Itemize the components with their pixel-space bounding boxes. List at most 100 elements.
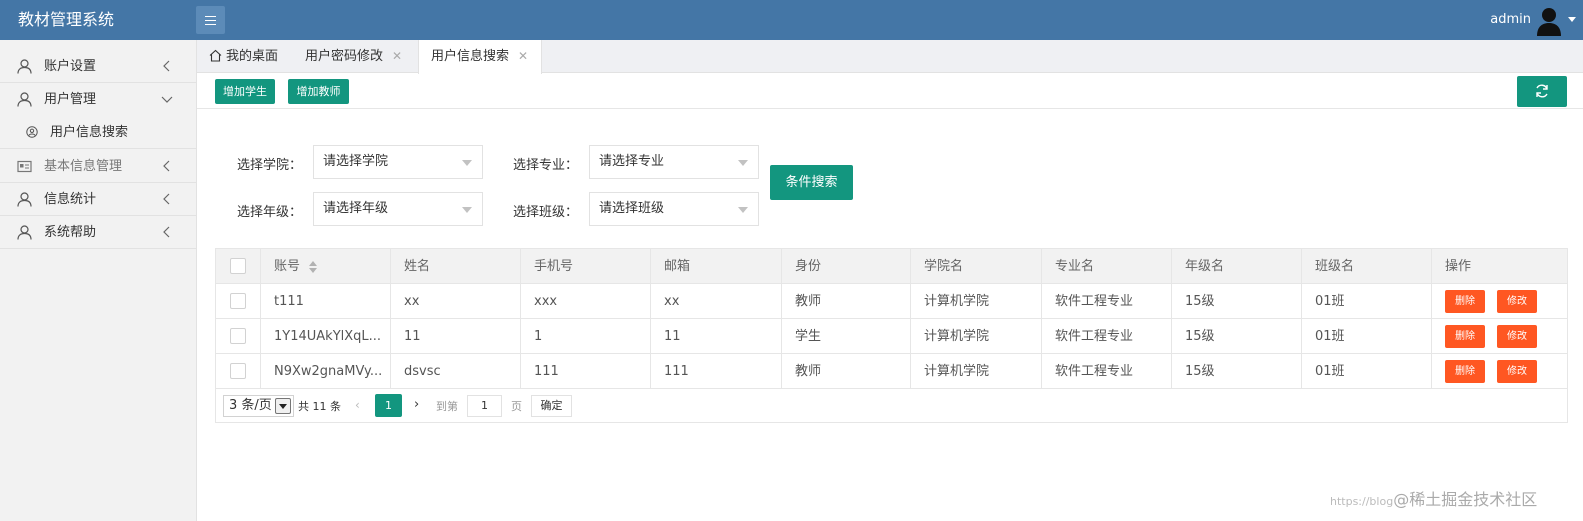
class-select[interactable]: 请选择班级 xyxy=(589,192,759,226)
cell-class: 01班 xyxy=(1301,354,1431,389)
sort-icon[interactable] xyxy=(308,260,318,273)
refresh-icon xyxy=(1536,84,1548,98)
edit-button[interactable]: 修改 xyxy=(1497,360,1537,383)
sidebar-item-account-settings[interactable]: 账户设置 xyxy=(0,50,196,83)
header-identity: 身份 xyxy=(781,249,910,284)
divider xyxy=(197,108,1583,109)
cell-grade: 15级 xyxy=(1171,284,1301,319)
top-header: 教材管理系统 admin xyxy=(0,0,1583,40)
sidebar-item-label: 系统帮助 xyxy=(44,225,97,240)
close-icon[interactable]: ✕ xyxy=(392,40,402,73)
sidebar-item-help[interactable]: 系统帮助 xyxy=(0,216,196,249)
caret-down-icon[interactable] xyxy=(1568,17,1576,22)
table-row: N9Xw2gnaMVy... dsvsc 111 111 教师 计算机学院 软件… xyxy=(216,354,1567,389)
user-icon xyxy=(17,192,32,207)
tab-password-change[interactable]: 用户密码修改 ✕ xyxy=(305,40,402,73)
grade-select[interactable]: 请选择年级 xyxy=(313,192,483,226)
tab-user-search[interactable]: 用户信息搜索 ✕ xyxy=(418,40,542,74)
page-size-select[interactable]: 3 条/页 xyxy=(223,395,294,417)
page-size-value: 3 条/页 xyxy=(229,398,272,413)
search-button[interactable]: 条件搜索 xyxy=(770,165,853,200)
caret-down-icon xyxy=(738,207,748,213)
edit-button[interactable]: 修改 xyxy=(1497,290,1537,313)
cell-actions: 删除 修改 xyxy=(1431,354,1567,389)
row-select-cell xyxy=(216,319,260,354)
user-icon xyxy=(17,92,32,107)
edit-button[interactable]: 修改 xyxy=(1497,325,1537,348)
college-filter-label: 选择学院： xyxy=(237,158,303,173)
row-select-cell xyxy=(216,354,260,389)
goto-page-input[interactable]: 1 xyxy=(467,395,502,417)
delete-button[interactable]: 删除 xyxy=(1445,290,1485,313)
home-icon xyxy=(209,49,222,62)
goto-label: 到第 xyxy=(436,400,458,413)
grade-filter-label: 选择年级： xyxy=(237,205,303,220)
chevron-left-icon xyxy=(163,226,170,238)
user-menu[interactable]: admin xyxy=(1463,0,1583,40)
user-avatar-icon[interactable] xyxy=(1535,6,1563,36)
header-grade: 年级名 xyxy=(1171,249,1301,284)
sidebar-item-label: 用户管理 xyxy=(44,92,97,107)
cell-name: dsvsc xyxy=(390,354,520,389)
cell-phone: xxx xyxy=(520,284,650,319)
user-icon xyxy=(17,59,32,74)
cell-email: xx xyxy=(650,284,781,319)
header-class: 班级名 xyxy=(1301,249,1431,284)
prev-page-icon[interactable]: ‹ xyxy=(355,398,360,412)
user-name[interactable]: admin xyxy=(1490,12,1531,27)
major-select-value: 请选择专业 xyxy=(599,154,665,169)
sidebar-item-statistics[interactable]: 信息统计 xyxy=(0,183,196,216)
cell-grade: 15级 xyxy=(1171,354,1301,389)
pagination: 3 条/页 共 11 条 ‹ 1 › 到第 1 页 确定 xyxy=(216,389,1567,423)
delete-button[interactable]: 删除 xyxy=(1445,360,1485,383)
watermark-url: https://blog xyxy=(1330,495,1394,508)
delete-button[interactable]: 删除 xyxy=(1445,325,1485,348)
table-header-row: 账号 姓名 手机号 邮箱 身份 学院名 专业名 年级名 班级名 操作 xyxy=(216,249,1567,284)
sidebar: 账户设置 用户管理 用户信息搜索 基本信息管理 信息统计 系统帮助 xyxy=(0,40,197,521)
sidebar-item-label: 基本信息管理 xyxy=(44,159,123,174)
major-select[interactable]: 请选择专业 xyxy=(589,145,759,179)
user-table: 账号 姓名 手机号 邮箱 身份 学院名 专业名 年级名 班级名 操作 t111 … xyxy=(215,248,1568,423)
cell-class: 01班 xyxy=(1301,284,1431,319)
cell-major: 软件工程专业 xyxy=(1041,319,1171,354)
cell-phone: 111 xyxy=(520,354,650,389)
refresh-button[interactable] xyxy=(1517,76,1567,107)
header-phone: 手机号 xyxy=(520,249,650,284)
class-filter-label: 选择班级： xyxy=(513,205,579,220)
cell-class: 01班 xyxy=(1301,319,1431,354)
major-filter-label: 选择专业： xyxy=(513,158,579,173)
cell-major: 软件工程专业 xyxy=(1041,354,1171,389)
sidebar-item-user-search[interactable]: 用户信息搜索 xyxy=(0,116,196,149)
cell-identity: 教师 xyxy=(781,354,910,389)
goto-confirm-button[interactable]: 确定 xyxy=(531,395,572,417)
header-label: 账号 xyxy=(274,259,301,274)
add-student-button[interactable]: 增加学生 xyxy=(215,79,275,104)
close-icon[interactable]: ✕ xyxy=(518,40,528,73)
college-select[interactable]: 请选择学院 xyxy=(313,145,483,179)
header-email: 邮箱 xyxy=(650,249,781,284)
row-checkbox[interactable] xyxy=(230,363,246,379)
row-checkbox[interactable] xyxy=(230,293,246,309)
header-name: 姓名 xyxy=(390,249,520,284)
row-checkbox[interactable] xyxy=(230,328,246,344)
add-teacher-button[interactable]: 增加教师 xyxy=(288,79,349,104)
caret-down-icon xyxy=(462,207,472,213)
next-page-icon[interactable]: › xyxy=(414,397,419,412)
dropdown-arrow-icon[interactable] xyxy=(275,398,291,414)
cell-name: 11 xyxy=(390,319,520,354)
select-all-checkbox[interactable] xyxy=(230,258,246,274)
cell-account: t111 xyxy=(260,284,390,319)
cell-identity: 学生 xyxy=(781,319,910,354)
header-account[interactable]: 账号 xyxy=(260,249,390,284)
cell-account: N9Xw2gnaMVy... xyxy=(260,354,390,389)
menu-toggle-button[interactable] xyxy=(196,6,225,34)
cell-email: 111 xyxy=(650,354,781,389)
sidebar-item-basic-info[interactable]: 基本信息管理 xyxy=(0,150,196,183)
cell-grade: 15级 xyxy=(1171,319,1301,354)
cell-actions: 删除 修改 xyxy=(1431,319,1567,354)
watermark: https://blog@稀土掘金技术社区 xyxy=(1330,486,1537,510)
tab-my-desktop[interactable]: 我的桌面 xyxy=(209,40,278,73)
user-circle-icon xyxy=(26,126,38,138)
current-page-button[interactable]: 1 xyxy=(375,394,402,417)
sidebar-item-user-management[interactable]: 用户管理 xyxy=(0,83,196,116)
